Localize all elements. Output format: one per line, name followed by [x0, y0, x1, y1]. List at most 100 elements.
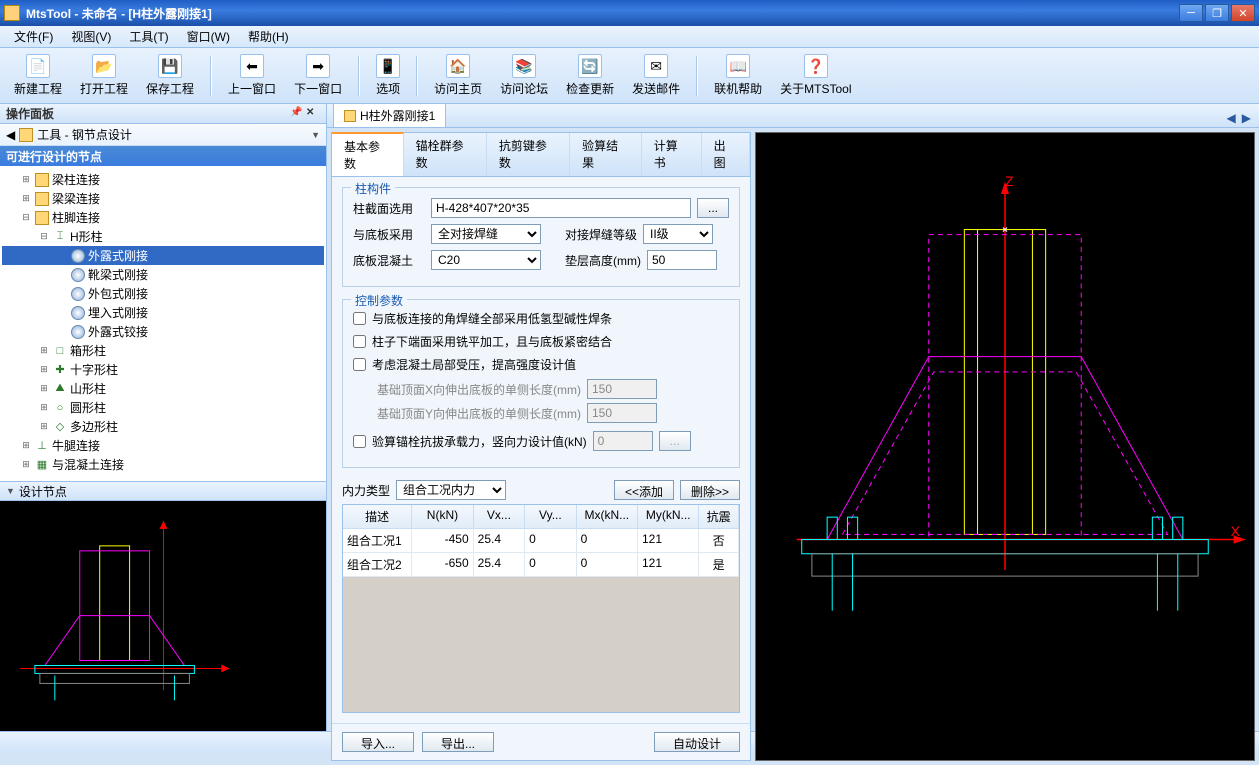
- tree-toggle-icon[interactable]: ⊞: [38, 421, 50, 432]
- back-icon[interactable]: ◀: [6, 128, 15, 142]
- toolbar-button[interactable]: ➡下一窗口: [288, 50, 348, 101]
- tree-toggle-icon[interactable]: ⊟: [20, 212, 32, 223]
- tree-node[interactable]: ⊞梁梁连接: [2, 189, 324, 208]
- combo-force-type[interactable]: 组合工况内力: [396, 480, 506, 500]
- form-tab[interactable]: 锚栓群参数: [404, 133, 487, 176]
- minimize-button[interactable]: ─: [1179, 4, 1203, 22]
- toolbar-button[interactable]: 📄新建工程: [8, 50, 68, 101]
- grid-row[interactable]: 组合工况1-45025.400121否: [343, 529, 739, 553]
- maximize-button[interactable]: ❐: [1205, 4, 1229, 22]
- tree-node[interactable]: ⊞▦与混凝土连接: [2, 455, 324, 474]
- toolbar-button[interactable]: 💾保存工程: [140, 50, 200, 101]
- pin-icon[interactable]: 📌: [290, 107, 304, 121]
- chevron-down-icon[interactable]: ▼: [6, 486, 15, 496]
- grid-cell[interactable]: 121: [638, 553, 699, 577]
- toolbar-button[interactable]: 📚访问论坛: [494, 50, 554, 101]
- node-tree[interactable]: ⊞梁柱连接⊞梁梁连接⊟柱脚连接⊟⌶H形柱外露式刚接靴梁式刚接外包式刚接埋入式刚接…: [0, 166, 326, 481]
- menu-item[interactable]: 视图(V): [63, 26, 119, 47]
- tree-toggle-icon[interactable]: ⊞: [20, 193, 32, 204]
- delete-button[interactable]: 删除>>: [680, 480, 740, 500]
- tree-toggle-icon[interactable]: ⊞: [38, 364, 50, 375]
- form-tab[interactable]: 验算结果: [570, 133, 642, 176]
- cb-low-hydrogen-label[interactable]: 与底板连接的角焊缝全部采用低氢型碱性焊条: [372, 310, 612, 327]
- grid-header-cell[interactable]: 描述: [343, 505, 412, 529]
- cb-anchor-pull[interactable]: [353, 435, 366, 448]
- browse-section-button[interactable]: ...: [697, 198, 729, 218]
- combo-concrete[interactable]: C20: [431, 250, 541, 270]
- input-section[interactable]: [431, 198, 691, 218]
- grid-header-cell[interactable]: Vy...: [525, 505, 576, 529]
- tree-toggle-icon[interactable]: ⊞: [20, 440, 32, 451]
- menu-item[interactable]: 窗口(W): [179, 26, 238, 47]
- document-tab[interactable]: H柱外露刚接1: [333, 103, 446, 127]
- form-tab[interactable]: 计算书: [642, 133, 702, 176]
- cb-local-pressure-label[interactable]: 考虑混凝土局部受压，提高强度设计值: [372, 356, 576, 373]
- toolbar-button[interactable]: 🔄检查更新: [560, 50, 620, 101]
- tree-toggle-icon[interactable]: ⊞: [20, 459, 32, 470]
- grid-cell[interactable]: 组合工况2: [343, 553, 412, 577]
- grid-header-cell[interactable]: My(kN...: [638, 505, 699, 529]
- grid-cell[interactable]: 0: [577, 553, 638, 577]
- toolbar-button[interactable]: 📂打开工程: [74, 50, 134, 101]
- cad-canvas[interactable]: Z X: [755, 132, 1255, 761]
- menu-item[interactable]: 工具(T): [121, 26, 176, 47]
- cb-low-hydrogen[interactable]: [353, 312, 366, 325]
- grid-cell[interactable]: 25.4: [474, 529, 525, 553]
- toolbar-button[interactable]: 📱选项: [370, 50, 406, 101]
- tree-node[interactable]: ⊞○圆形柱: [2, 398, 324, 417]
- form-tab[interactable]: 抗剪键参数: [487, 133, 570, 176]
- tree-node[interactable]: 外露式刚接: [2, 246, 324, 265]
- panel-close-icon[interactable]: ✕: [306, 107, 320, 121]
- grid-cell[interactable]: -450: [412, 529, 473, 553]
- import-button[interactable]: 导入...: [342, 732, 414, 752]
- combo-weld-type[interactable]: 全对接焊缝: [431, 224, 541, 244]
- grid-header-cell[interactable]: Vx...: [474, 505, 525, 529]
- tree-node[interactable]: 外包式刚接: [2, 284, 324, 303]
- grid-cell[interactable]: 121: [638, 529, 699, 553]
- tree-node[interactable]: 埋入式刚接: [2, 303, 324, 322]
- force-grid[interactable]: 描述N(kN)Vx...Vy...Mx(kN...My(kN...抗震 组合工况…: [342, 504, 740, 713]
- grid-cell[interactable]: 0: [525, 553, 576, 577]
- toolbar-button[interactable]: ⬅上一窗口: [222, 50, 282, 101]
- toolbar-button[interactable]: 📖联机帮助: [708, 50, 768, 101]
- tree-toggle-icon[interactable]: ⊞: [38, 345, 50, 356]
- combo-weld-grade[interactable]: II级: [643, 224, 713, 244]
- menu-item[interactable]: 帮助(H): [240, 26, 297, 47]
- close-button[interactable]: ✕: [1231, 4, 1255, 22]
- tree-toggle-icon[interactable]: ⊞: [38, 402, 50, 413]
- dropdown-icon[interactable]: ▼: [311, 130, 320, 140]
- tree-node[interactable]: ⊞◇多边形柱: [2, 417, 324, 436]
- form-tab[interactable]: 出图: [702, 133, 750, 176]
- input-layer-height[interactable]: [647, 250, 717, 270]
- grid-cell[interactable]: 0: [577, 529, 638, 553]
- add-button[interactable]: <<添加: [614, 480, 674, 500]
- tree-node[interactable]: 靴梁式刚接: [2, 265, 324, 284]
- grid-cell[interactable]: -650: [412, 553, 473, 577]
- grid-row[interactable]: 组合工况2-65025.400121是: [343, 553, 739, 577]
- toolbar-button[interactable]: ❓关于MTSTool: [774, 50, 857, 101]
- grid-cell[interactable]: 是: [699, 553, 739, 577]
- cb-milled[interactable]: [353, 335, 366, 348]
- auto-design-button[interactable]: 自动设计: [654, 732, 740, 752]
- tree-node[interactable]: ⊟⌶H形柱: [2, 227, 324, 246]
- toolbar-button[interactable]: 🏠访问主页: [428, 50, 488, 101]
- tree-toggle-icon[interactable]: ⊟: [38, 231, 50, 242]
- form-tab[interactable]: 基本参数: [332, 132, 404, 176]
- grid-cell[interactable]: 25.4: [474, 553, 525, 577]
- tree-node[interactable]: ⊞□箱形柱: [2, 341, 324, 360]
- tree-node[interactable]: ⊞⛰山形柱: [2, 379, 324, 398]
- tree-node[interactable]: 外露式铰接: [2, 322, 324, 341]
- tab-prev-icon[interactable]: ◀: [1225, 109, 1238, 127]
- tree-toggle-icon[interactable]: ⊞: [38, 383, 50, 394]
- cb-milled-label[interactable]: 柱子下端面采用铣平加工，且与底板紧密结合: [372, 333, 612, 350]
- grid-header-cell[interactable]: 抗震: [699, 505, 739, 529]
- tree-node[interactable]: ⊞⊥牛腿连接: [2, 436, 324, 455]
- tree-node[interactable]: ⊟柱脚连接: [2, 208, 324, 227]
- grid-header-cell[interactable]: N(kN): [412, 505, 473, 529]
- grid-cell[interactable]: 否: [699, 529, 739, 553]
- tree-toggle-icon[interactable]: ⊞: [20, 174, 32, 185]
- menu-item[interactable]: 文件(F): [6, 26, 61, 47]
- toolbar-button[interactable]: ✉发送邮件: [626, 50, 686, 101]
- cb-local-pressure[interactable]: [353, 358, 366, 371]
- export-button[interactable]: 导出...: [422, 732, 494, 752]
